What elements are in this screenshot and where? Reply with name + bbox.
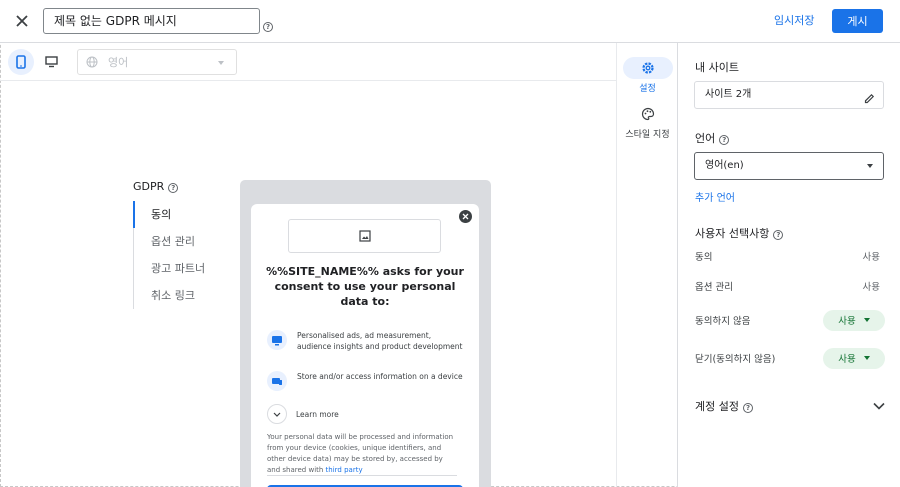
gear-icon	[641, 62, 654, 74]
preview-language-value: 영어	[108, 56, 129, 69]
choice-row-do-not-consent: 동의하지 않음 사용	[695, 309, 885, 331]
purpose-item: Store and/or access information on a dev…	[267, 371, 467, 391]
user-choices-heading-row: 사용자 선택사항 ?	[695, 225, 784, 241]
message-nav-heading: GDPR	[133, 180, 165, 193]
chevron-down-icon	[863, 356, 870, 360]
account-settings-label: 계정 설정	[695, 400, 739, 413]
chevron-down-icon	[867, 164, 873, 168]
learn-more-row[interactable]: Learn more	[267, 404, 339, 424]
account-settings-expander[interactable]: 계정 설정 ?	[695, 396, 885, 416]
globe-icon	[86, 56, 98, 68]
my-site-heading: 내 사이트	[695, 61, 739, 74]
tab-styling-label: 스타일 지정	[625, 130, 670, 140]
tab-settings-label: 설정	[639, 84, 656, 94]
desktop-preview-button[interactable]	[38, 49, 64, 75]
my-site-value: 사이트 2개	[705, 89, 752, 100]
divider	[267, 475, 457, 476]
message-title-input[interactable]: 제목 없는 GDPR 메시지	[43, 8, 260, 34]
choice-label: 옵션 관리	[695, 282, 733, 293]
add-language-link[interactable]: 추가 언어	[695, 189, 735, 204]
preview-language-select[interactable]: 영어	[77, 49, 237, 75]
choice-status-dropdown[interactable]: 사용	[823, 309, 885, 331]
site-logo-placeholder	[288, 219, 441, 253]
close-icon	[16, 15, 28, 27]
mobile-preview-button[interactable]	[8, 49, 34, 75]
account-settings-heading-row: 계정 설정 ?	[695, 398, 753, 414]
preview-toolbar: 영어	[0, 43, 616, 81]
desktop-icon	[44, 56, 58, 68]
save-draft-button[interactable]: 임시저장	[766, 10, 822, 32]
choice-row-consent: 동의 사용	[695, 245, 885, 267]
help-icon[interactable]: ?	[263, 14, 273, 33]
message-nav-heading-row: GDPR ?	[133, 180, 179, 193]
purpose-text: Personalised ads, ad measurement, audien…	[297, 331, 463, 351]
nav-item-consent[interactable]: 동의	[133, 201, 223, 228]
help-icon[interactable]: ?	[168, 180, 179, 193]
close-button[interactable]	[10, 9, 34, 33]
choice-status-dropdown[interactable]: 사용	[823, 347, 885, 369]
chevron-down-icon[interactable]	[267, 404, 287, 424]
language-select[interactable]: 영어(en)	[694, 152, 884, 180]
consent-dialog-preview: %%SITE_NAME%% asks for your consent to u…	[251, 204, 479, 487]
tab-settings[interactable]: 설정	[617, 57, 678, 94]
choice-status: 사용	[862, 282, 880, 293]
learn-more-label: Learn more	[296, 409, 339, 419]
chevron-down-icon	[863, 318, 870, 322]
help-icon[interactable]: ?	[742, 400, 753, 413]
nav-item-manage-options[interactable]: 옵션 관리	[134, 228, 223, 255]
dialog-close-button[interactable]	[459, 210, 472, 223]
palette-icon	[641, 107, 654, 121]
choice-label: 닫기(동의하지 않음)	[695, 354, 776, 365]
nav-item-revocation-link[interactable]: 취소 링크	[134, 282, 223, 309]
phone-icon	[16, 55, 26, 69]
choice-row-close: 닫기(동의하지 않음) 사용	[695, 347, 885, 369]
help-icon[interactable]: ?	[773, 227, 784, 240]
settings-panel: 내 사이트 사이트 2개 언어 ? 영어(en) 추가 언어 사용자 선택사항 …	[677, 43, 900, 487]
chevron-down-icon	[218, 61, 224, 65]
choice-status: 사용	[838, 316, 856, 327]
choice-status: 사용	[862, 252, 880, 263]
purpose-item: Personalised ads, ad measurement, audien…	[267, 330, 467, 352]
device-storage-icon	[267, 371, 287, 391]
chevron-down-icon	[873, 402, 885, 410]
purpose-text: Store and/or access information on a dev…	[297, 372, 463, 381]
fine-print: Your personal data will be processed and…	[267, 432, 457, 476]
language-heading-row: 언어 ?	[695, 130, 730, 146]
dialog-title: %%SITE_NAME%% asks for your consent to u…	[266, 265, 464, 308]
tab-styling-pill	[623, 103, 673, 125]
side-tabs: 설정 스타일 지정	[616, 43, 677, 487]
choice-row-manage-options: 옵션 관리 사용	[695, 275, 885, 297]
choice-label: 동의하지 않음	[695, 316, 751, 327]
close-icon	[462, 213, 469, 220]
message-nav-list: 동의 옵션 관리 광고 파트너 취소 링크	[133, 201, 223, 309]
publish-button[interactable]: 게시	[832, 9, 883, 33]
third-party-link[interactable]: third party	[326, 466, 363, 474]
edit-icon[interactable]	[864, 89, 875, 115]
tab-styling[interactable]: 스타일 지정	[617, 103, 678, 140]
language-heading: 언어	[695, 132, 716, 145]
user-choices-heading: 사용자 선택사항	[695, 227, 770, 240]
choice-label: 동의	[695, 252, 713, 263]
top-bar: 제목 없는 GDPR 메시지 ? 임시저장 게시	[0, 0, 900, 43]
message-nav: GDPR ? 동의 옵션 관리 광고 파트너 취소 링크	[133, 180, 205, 309]
ads-monitor-icon	[267, 330, 287, 350]
language-select-value: 영어(en)	[705, 160, 744, 171]
tab-settings-pill	[622, 57, 673, 79]
image-icon	[358, 230, 371, 242]
my-site-field[interactable]: 사이트 2개	[694, 81, 884, 109]
choice-status: 사용	[838, 354, 856, 365]
nav-item-ad-partners[interactable]: 광고 파트너	[134, 255, 223, 282]
help-icon[interactable]: ?	[719, 132, 730, 145]
